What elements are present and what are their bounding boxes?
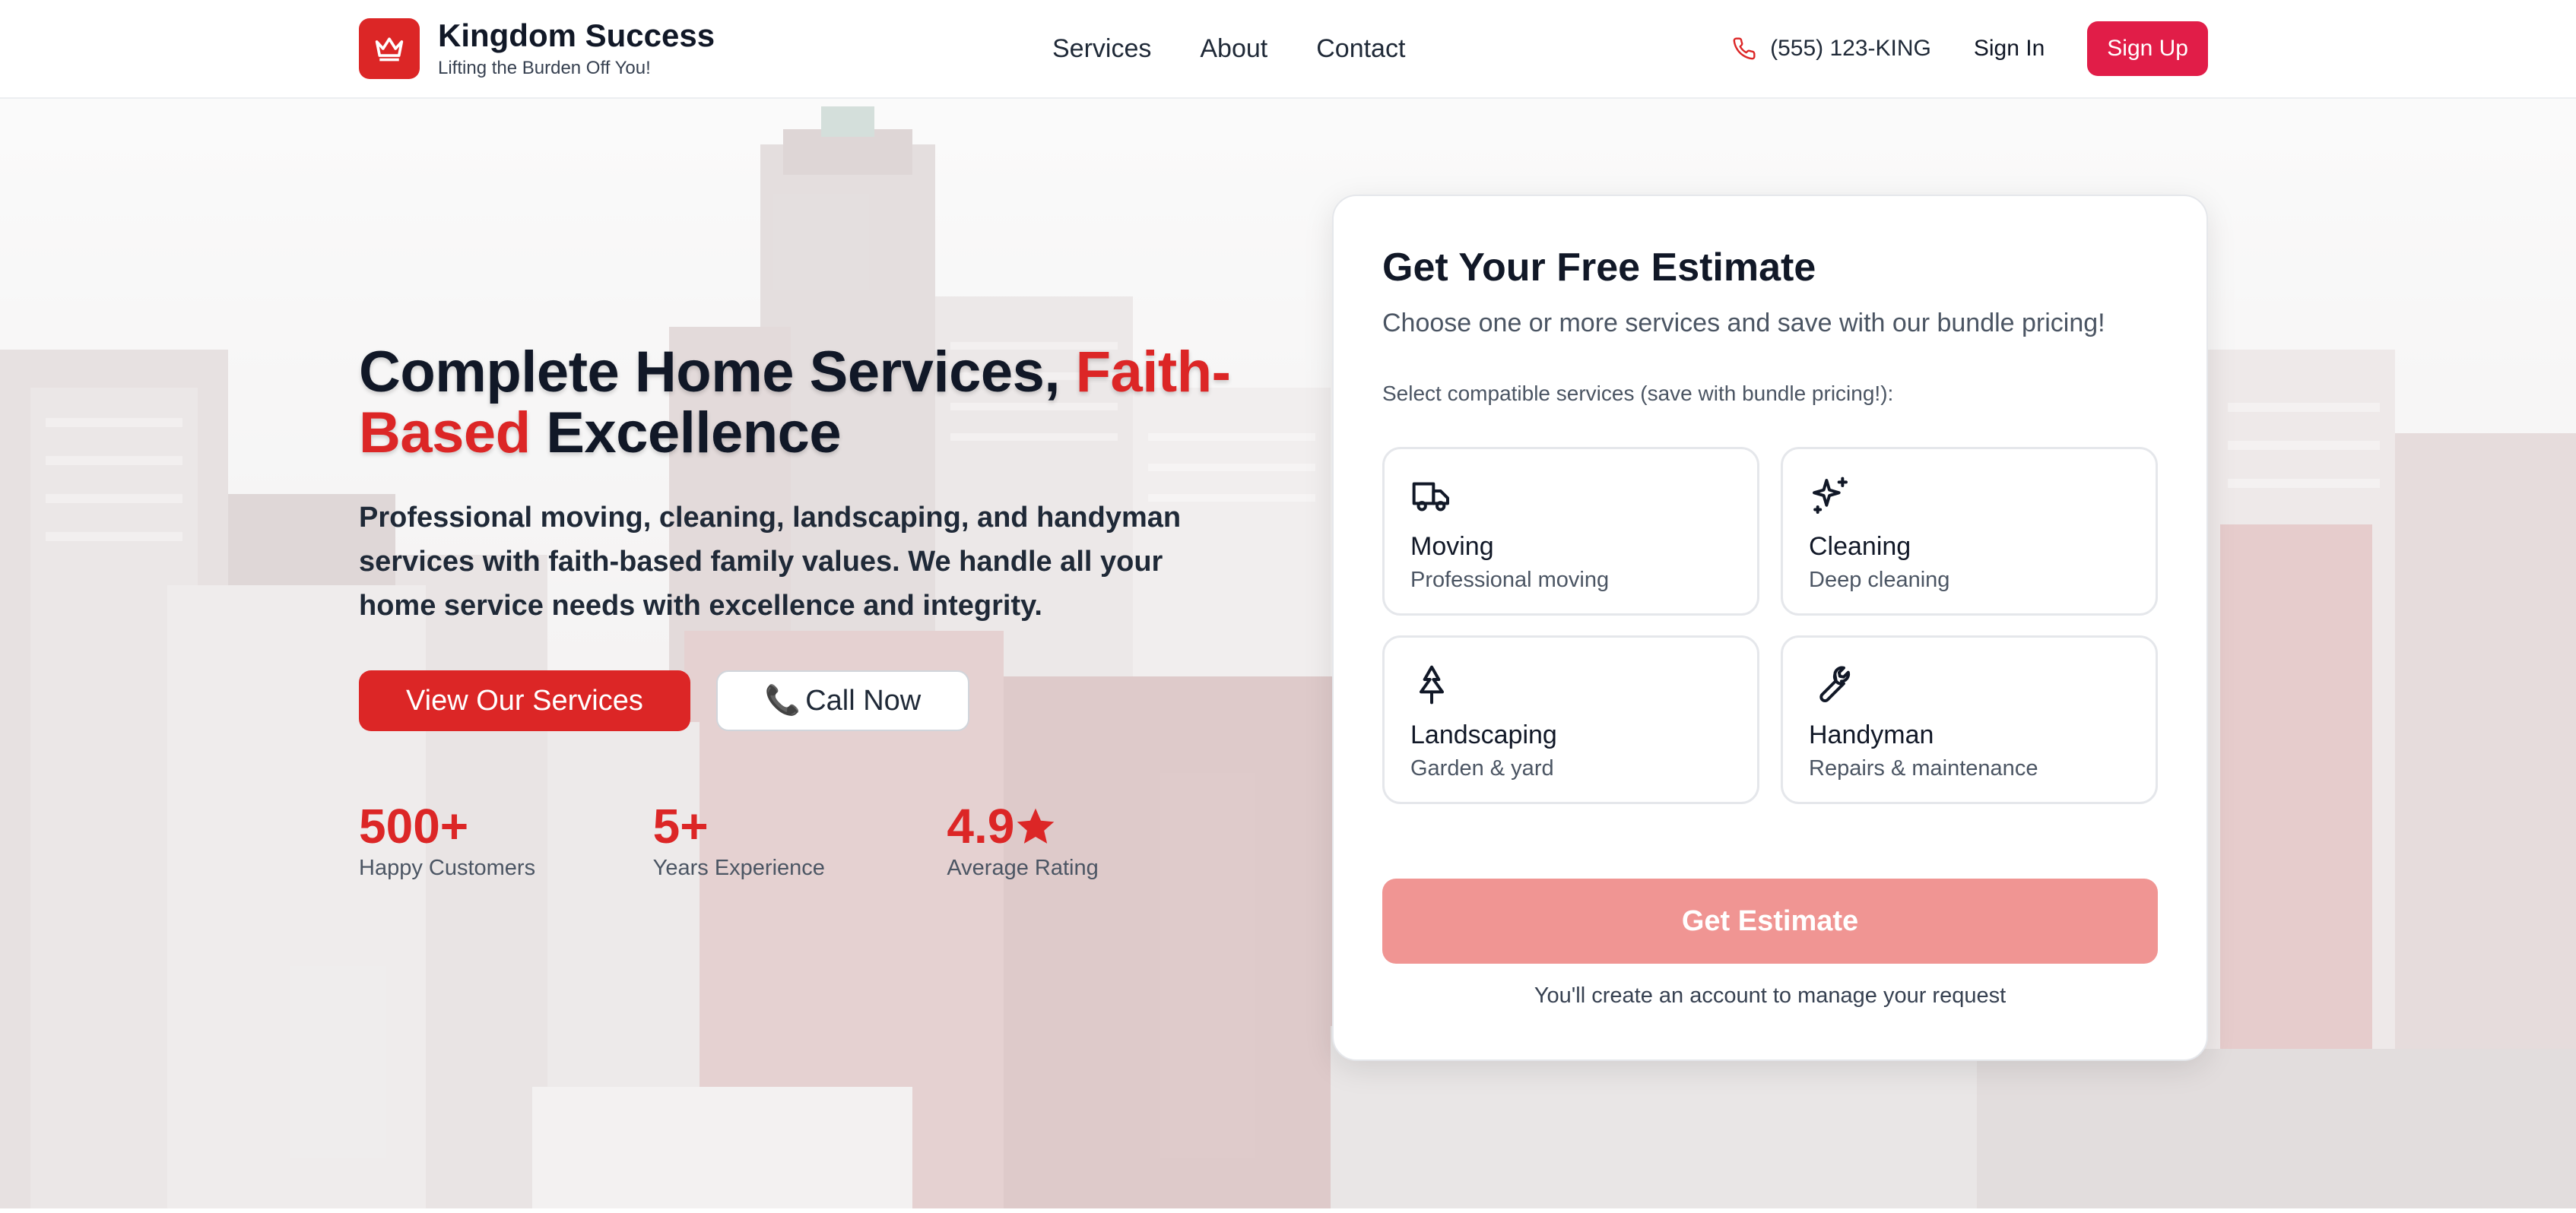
service-option-cleaning[interactable]: Cleaning Deep cleaning: [1781, 447, 2158, 616]
stat-value: 5+: [652, 799, 709, 854]
brand[interactable]: Kingdom Success Lifting the Burden Off Y…: [359, 17, 715, 79]
hero-stats: 500+ Happy Customers 5+ Years Experience…: [359, 800, 1241, 881]
service-description: Deep cleaning: [1809, 568, 1950, 592]
service-option-moving[interactable]: Moving Professional moving: [1382, 447, 1759, 616]
nav-link-contact[interactable]: Contact: [1316, 34, 1405, 64]
hero-title: Complete Home Services, Faith-Based Exce…: [359, 342, 1241, 464]
stat-customers: 500+ Happy Customers: [359, 800, 653, 881]
sparkles-icon: [1813, 477, 1848, 514]
stat-value: 4.9: [947, 799, 1015, 854]
service-name: Moving: [1410, 532, 1494, 561]
hero-buttons: View Our Services 📞 Call Now: [359, 670, 1241, 731]
service-description: Professional moving: [1410, 568, 1610, 592]
sign-in-button[interactable]: Sign In: [1974, 36, 2045, 62]
star-icon: [1017, 808, 1055, 844]
nav-link-services[interactable]: Services: [1052, 34, 1151, 64]
service-name: Cleaning: [1809, 532, 1911, 561]
tree-icon: [1420, 665, 1444, 705]
view-services-button[interactable]: View Our Services: [359, 670, 690, 731]
estimate-card: Get Your Free Estimate Choose one or mor…: [1332, 195, 2208, 1061]
header-actions: (555) 123-KING Sign In Sign Up: [1732, 21, 2208, 76]
main-nav: Services About Contact: [1052, 0, 1405, 97]
phone-link[interactable]: (555) 123-KING: [1732, 36, 1931, 62]
brand-name: Kingdom Success: [438, 17, 715, 54]
stat-experience: 5+ Years Experience: [653, 800, 947, 881]
stat-value-row: 4.9: [947, 800, 1241, 853]
stat-label: Years Experience: [652, 856, 825, 880]
phone-emoji-icon: 📞: [764, 685, 801, 717]
hero-title-part2: Excellence: [530, 401, 842, 465]
hero-content: Complete Home Services, Faith-Based Exce…: [359, 342, 1241, 881]
sign-up-button[interactable]: Sign Up: [2087, 21, 2208, 76]
estimate-hint: Select compatible services (save with bu…: [1382, 382, 1894, 405]
crown-icon: [359, 17, 420, 79]
call-now-label: Call Now: [805, 684, 922, 717]
top-navbar: Kingdom Success Lifting the Burden Off Y…: [0, 0, 2576, 99]
service-description: Repairs & maintenance: [1809, 756, 2038, 781]
service-option-handyman[interactable]: Handyman Repairs & maintenance: [1781, 635, 2158, 804]
estimate-footnote: You'll create an account to manage your …: [1534, 983, 2007, 1008]
stat-label: Average Rating: [947, 856, 1099, 880]
get-estimate-button[interactable]: Get Estimate: [1382, 879, 2158, 964]
stat-label: Happy Customers: [359, 856, 536, 880]
phone-icon: [1733, 37, 1756, 60]
call-now-button[interactable]: 📞 Call Now: [715, 670, 970, 731]
nav-link-about[interactable]: About: [1200, 34, 1267, 64]
stat-value: 500+: [359, 799, 469, 854]
stat-rating: 4.9 Average Rating: [947, 800, 1241, 881]
service-name: Handyman: [1809, 721, 1934, 749]
wrench-icon: [1819, 666, 1851, 703]
service-options: Moving Professional moving Cleaning Deep…: [1382, 447, 2158, 804]
navbar-inner: Kingdom Success Lifting the Burden Off Y…: [359, 0, 2208, 97]
phone-number: (555) 123-KING: [1770, 36, 1931, 61]
brand-text: Kingdom Success Lifting the Burden Off Y…: [438, 17, 715, 79]
estimate-subtitle: Choose one or more services and save wit…: [1382, 309, 2105, 337]
service-description: Garden & yard: [1410, 756, 1554, 781]
hero-description: Professional moving, cleaning, landscapi…: [359, 502, 1182, 622]
service-name: Landscaping: [1410, 721, 1557, 749]
brand-tagline: Lifting the Burden Off You!: [438, 57, 651, 78]
estimate-title: Get Your Free Estimate: [1382, 245, 1816, 290]
hero-title-part1: Complete Home Services,: [359, 340, 1076, 404]
truck-icon: [1412, 482, 1449, 511]
service-option-landscaping[interactable]: Landscaping Garden & yard: [1382, 635, 1759, 804]
